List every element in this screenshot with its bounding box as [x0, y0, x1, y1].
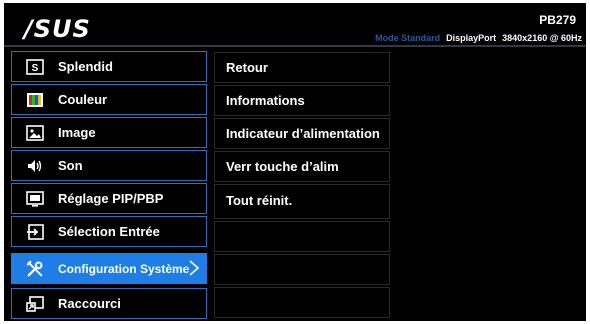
menu-item-splendid[interactable]: S Splendid — [11, 51, 207, 82]
menu-item-couleur[interactable]: Couleur — [11, 84, 207, 115]
status-bar: Mode Standard DisplayPort 3840x2160 @ 60Hz — [375, 33, 582, 43]
menu-label: Son — [58, 158, 83, 173]
color-icon — [26, 91, 44, 109]
model-name: PB279 — [539, 13, 576, 27]
menu-item-son[interactable]: Son — [11, 150, 207, 181]
menu-item-shortcut[interactable]: Raccourci — [11, 288, 207, 319]
menu-label: Splendid — [58, 59, 113, 74]
header-divider — [4, 45, 586, 47]
submenu-item-retour[interactable]: Retour — [214, 52, 390, 83]
svg-text:S: S — [32, 63, 39, 74]
menu-label: Réglage PIP/PBP — [58, 191, 164, 206]
menu-item-system-setup[interactable]: Configuration Système — [11, 253, 207, 284]
shortcut-icon — [26, 295, 44, 313]
menu-label: Image — [58, 125, 96, 140]
submenu-item-empty — [214, 287, 390, 318]
submenu-item-empty — [214, 221, 390, 252]
submenu-item-power-indicator[interactable]: Indicateur d’alimentation — [214, 118, 390, 149]
resolution-indicator: 3840x2160 @ 60Hz — [502, 33, 582, 43]
input-select-icon — [26, 223, 44, 241]
menu-label: Raccourci — [58, 296, 121, 311]
menu-label: Couleur — [58, 92, 108, 107]
splendid-icon: S — [26, 58, 44, 76]
submenu-item-informations[interactable]: Informations — [214, 85, 390, 116]
speaker-icon — [26, 157, 44, 175]
menu-item-pip-pbp[interactable]: Réglage PIP/PBP — [11, 183, 207, 214]
brand-logo: /SUS — [24, 15, 91, 43]
submenu-item-reset-all[interactable]: Tout réinit. — [214, 184, 390, 219]
pip-icon — [26, 190, 44, 208]
submenu-item-empty — [214, 254, 390, 285]
main-menu: S Splendid Couleur Image Son Réglage PIP… — [11, 51, 207, 319]
menu-item-input-selection[interactable]: Sélection Entrée — [11, 216, 207, 247]
menu-item-image[interactable]: Image — [11, 117, 207, 148]
menu-label: Sélection Entrée — [58, 224, 160, 239]
mode-indicator: Mode Standard — [375, 33, 441, 43]
menu-label: Configuration Système — [58, 261, 190, 276]
input-indicator: DisplayPort — [446, 33, 497, 43]
tools-icon — [26, 260, 44, 278]
osd-window: /SUS PB279 Mode Standard DisplayPort 3840x… — [4, 3, 586, 321]
chevron-right-icon — [189, 260, 200, 276]
submenu-item-power-key-lock[interactable]: Verr touche d’alim — [214, 151, 390, 182]
image-icon — [26, 124, 44, 142]
